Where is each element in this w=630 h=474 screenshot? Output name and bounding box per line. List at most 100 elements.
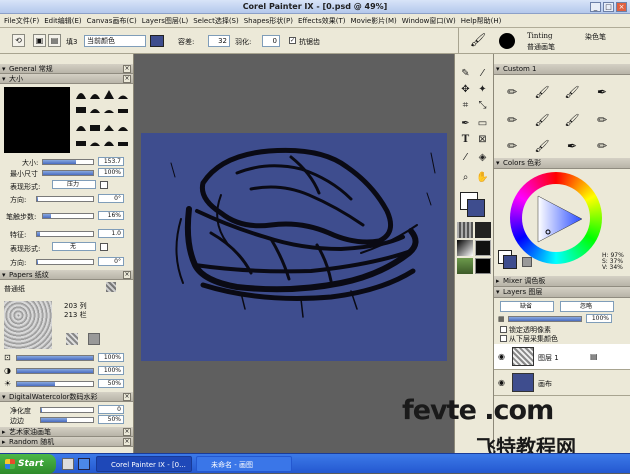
blender-brush-icon[interactable]: 🖌 xyxy=(532,136,552,156)
dropper-tool-icon[interactable]: ⁄ xyxy=(475,66,490,81)
minimize-button[interactable]: _ xyxy=(590,2,601,12)
paper-brightness-slider[interactable] xyxy=(16,381,94,387)
paper-capture-icon[interactable] xyxy=(88,333,100,345)
shape-tool-icon[interactable]: ⊠ xyxy=(475,132,490,147)
expression-select[interactable]: 压力 xyxy=(52,180,96,189)
close-button[interactable]: × xyxy=(616,2,627,12)
expression2-select[interactable]: 无 xyxy=(52,242,96,251)
feature-value-input[interactable]: 1.0 xyxy=(98,229,124,238)
menu-shapes[interactable]: Shapes形状(P) xyxy=(244,16,293,26)
colors-palette-header[interactable]: Colors 色彩 xyxy=(494,158,630,169)
min-size-value-input[interactable]: 100% xyxy=(98,168,124,177)
eraser-brush-icon[interactable]: ✏ xyxy=(592,136,612,156)
paper-scale-slider[interactable] xyxy=(16,355,94,361)
fill-color-swatch[interactable] xyxy=(150,35,164,47)
layers-palette-header[interactable]: Layers 图层 xyxy=(494,287,630,298)
airbrush-icon[interactable]: 🖌 xyxy=(562,110,582,130)
paper-invert-icon[interactable] xyxy=(66,333,78,345)
oil-brush-icon[interactable]: 🖌 xyxy=(532,82,552,102)
layer-row[interactable]: ◉ 画布 xyxy=(494,370,630,396)
direction-slider[interactable] xyxy=(36,196,94,202)
min-size-slider[interactable] xyxy=(42,170,94,176)
canvas[interactable] xyxy=(141,133,447,361)
taskbar-item-painter[interactable]: Corel Painter IX - [0... xyxy=(96,456,192,472)
step-value-input[interactable]: 16% xyxy=(98,211,124,220)
watercolor-brush-icon[interactable]: 🖌 xyxy=(562,82,582,102)
menu-file[interactable]: File文件(F) xyxy=(4,16,39,26)
edge-value-input[interactable]: 50% xyxy=(98,415,124,424)
pastel-brush-icon[interactable]: ✏ xyxy=(502,136,522,156)
maximize-button[interactable]: □ xyxy=(603,2,614,12)
menu-edit[interactable]: Edit编辑(E) xyxy=(44,16,81,26)
random-panel-header[interactable]: Random 随机× xyxy=(0,437,133,447)
weaving-selector-icon[interactable] xyxy=(475,240,491,256)
menu-help[interactable]: Help帮助(H) xyxy=(461,16,502,26)
magnifier-icon[interactable]: ⌕ xyxy=(458,170,473,185)
paper-selector-icon[interactable] xyxy=(457,222,473,238)
size-panel-header[interactable]: 大小× xyxy=(0,74,133,84)
eyedropper-icon[interactable]: ⁄ xyxy=(458,150,473,165)
gradient-selector-icon[interactable] xyxy=(475,222,491,238)
brush-category-name[interactable]: Tinting xyxy=(527,32,552,40)
pattern-selector-icon[interactable] xyxy=(457,240,473,256)
step-slider[interactable] xyxy=(42,213,94,219)
menu-effects[interactable]: Effects效果(T) xyxy=(298,16,346,26)
close-icon[interactable]: × xyxy=(123,438,131,446)
feather-input[interactable]: 0 xyxy=(262,35,280,47)
crop-tool-icon[interactable]: ⌗ xyxy=(458,98,473,113)
watercolor-panel-header[interactable]: DigitalWatercolor数码水彩× xyxy=(0,392,133,402)
close-icon[interactable]: × xyxy=(123,271,131,279)
close-icon[interactable]: × xyxy=(123,65,131,73)
clone-color-icon[interactable] xyxy=(522,257,532,267)
wet-value-input[interactable]: 0 xyxy=(98,405,124,414)
paper-brightness-input[interactable]: 50% xyxy=(98,379,124,388)
colors-main-swatch[interactable] xyxy=(503,255,517,269)
menu-select[interactable]: Select选择(S) xyxy=(193,16,239,26)
reset-tool-icon[interactable]: ⟲ xyxy=(12,34,25,47)
lock-transparency-checkbox[interactable] xyxy=(500,326,507,333)
grabber-hand-icon[interactable]: ✋ xyxy=(475,170,490,185)
menu-window[interactable]: Window窗口(W) xyxy=(402,16,456,26)
eye-icon[interactable]: ◉ xyxy=(498,352,505,361)
rect-select-icon[interactable]: ▭ xyxy=(475,116,490,131)
layer-adjuster-icon[interactable]: ✥ xyxy=(458,82,473,97)
chalk-brush-icon[interactable]: ✏ xyxy=(502,110,522,130)
paint-bucket-icon[interactable]: ◈ xyxy=(475,150,490,165)
layer-opacity-input[interactable]: 100% xyxy=(586,314,612,323)
papers-panel-header[interactable]: Papers 纸纹× xyxy=(0,270,133,280)
nozzle-selector-icon[interactable] xyxy=(457,258,473,274)
wet-slider[interactable] xyxy=(40,407,94,413)
look-selector-icon[interactable] xyxy=(475,258,491,274)
fill-area-icon[interactable]: ▤ xyxy=(48,34,61,47)
direction2-slider[interactable] xyxy=(36,259,94,265)
magic-wand-icon[interactable]: ✦ xyxy=(475,82,490,97)
feature-slider[interactable] xyxy=(36,231,94,237)
pen-tool-icon[interactable]: ✒ xyxy=(458,116,473,131)
direction2-value-input[interactable]: 0° xyxy=(98,257,124,266)
acrylic-brush-icon[interactable]: 🖌 xyxy=(532,110,552,130)
composite-depth-select[interactable]: 忽略 xyxy=(560,301,614,312)
invert-checkbox[interactable] xyxy=(100,181,108,189)
invert2-checkbox[interactable] xyxy=(100,243,108,251)
menu-movie[interactable]: Movie影片(M) xyxy=(351,16,397,26)
size-slider[interactable] xyxy=(42,159,94,165)
layer-opacity-slider[interactable] xyxy=(508,316,582,322)
fill-select[interactable]: 当前颜色 xyxy=(84,35,146,47)
edge-slider[interactable] xyxy=(40,417,94,423)
pick-up-color-checkbox[interactable] xyxy=(500,335,507,342)
paper-name[interactable]: 普通纸 xyxy=(4,284,25,294)
size-value-input[interactable]: 153.7 xyxy=(98,157,124,166)
brush-tool-icon[interactable]: ✎ xyxy=(458,66,473,81)
antialias-checkbox[interactable]: ✓ xyxy=(289,37,296,44)
paper-scale-input[interactable]: 100% xyxy=(98,353,124,362)
custom-palette-header[interactable]: Custom 1 xyxy=(494,64,630,75)
quicklaunch-icon[interactable] xyxy=(62,458,74,470)
close-icon[interactable]: × xyxy=(123,75,131,83)
saturation-value-triangle[interactable] xyxy=(530,192,584,246)
paper-contrast-input[interactable]: 100% xyxy=(98,366,124,375)
fill-mode-icon[interactable]: ▣ xyxy=(33,34,46,47)
menu-layers[interactable]: Layers图层(L) xyxy=(142,16,189,26)
paper-contrast-slider[interactable] xyxy=(16,368,94,374)
main-color-swatch[interactable] xyxy=(467,199,485,217)
pen-brush-icon[interactable]: ✒ xyxy=(592,82,612,102)
